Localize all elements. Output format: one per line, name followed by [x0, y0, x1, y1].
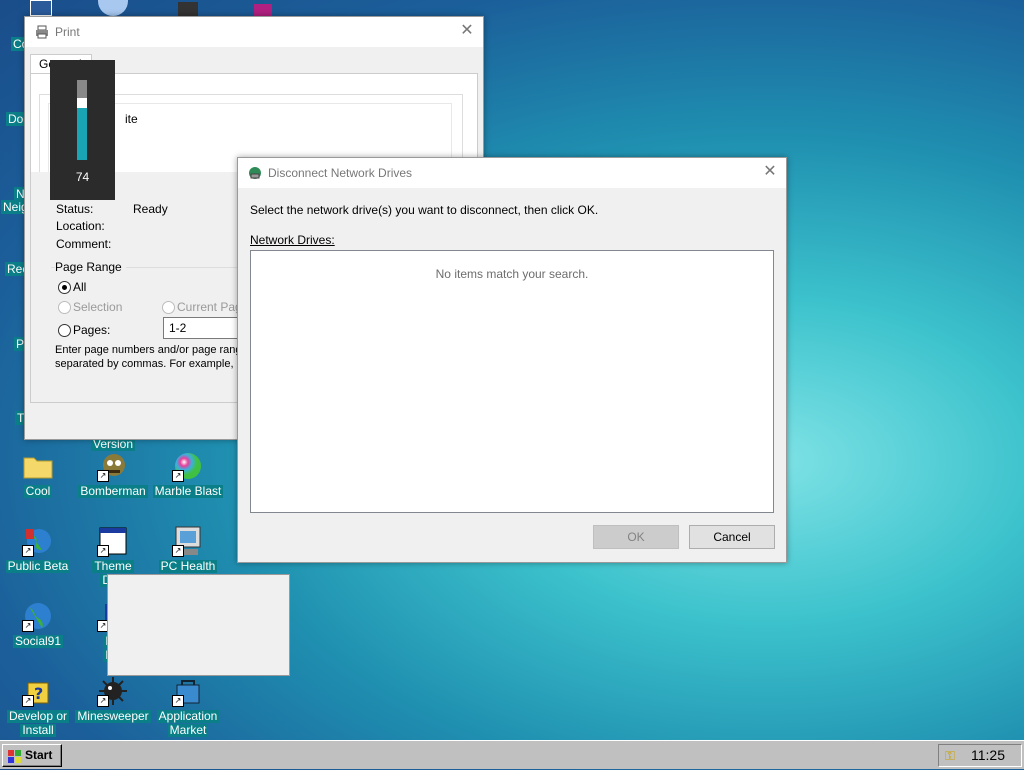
- icon-label-line2: Install: [20, 723, 56, 737]
- icon-label: PC Health: [158, 559, 218, 573]
- disconnect-title: Disconnect Network Drives: [268, 166, 413, 180]
- desktop-icon-partial-robot[interactable]: [178, 2, 198, 16]
- icon-label: Bomberman: [78, 484, 148, 498]
- empty-list-text: No items match your search.: [435, 267, 589, 281]
- page-range-legend: Page Range: [55, 260, 126, 274]
- instruction-text: Select the network drive(s) you want to …: [250, 203, 599, 217]
- printer-name[interactable]: ite: [125, 112, 138, 126]
- windows-logo-icon: [8, 749, 22, 770]
- shortcut-arrow-icon: ↗: [172, 695, 184, 707]
- desktop-icon-application-market[interactable]: ↗ Application Market: [150, 675, 226, 737]
- icon-label: Marble Blast: [152, 484, 224, 498]
- globe-icon: ↗: [22, 525, 54, 557]
- desktop-icon-public-beta[interactable]: ↗ Public Beta: [0, 525, 76, 573]
- desktop-icon-social91[interactable]: ↗ Social91: [0, 600, 76, 648]
- status-label: Status:: [56, 202, 94, 216]
- shortcut-arrow-icon: ↗: [22, 695, 34, 707]
- status-value: Ready: [133, 202, 168, 216]
- print-title: Print: [55, 25, 80, 39]
- volume-value: 74: [75, 170, 90, 184]
- desktop-icon-marble-blast[interactable]: ↗ Marble Blast: [150, 450, 226, 498]
- radio-pages[interactable]: [58, 324, 71, 337]
- bomberman-icon: ↗: [97, 450, 129, 482]
- radio-selection[interactable]: [58, 301, 71, 314]
- desktop-icon-partial-app[interactable]: [254, 4, 272, 16]
- volume-track: [77, 80, 87, 160]
- desktop-icon-develop[interactable]: ? ↗ Develop or Install: [0, 675, 76, 737]
- icon-label-line2: Market: [167, 723, 209, 737]
- page-range-hint-line2: separated by commas. For example, 1,: [55, 358, 246, 370]
- start-label: Start: [25, 748, 53, 762]
- icon-label: Application: [156, 709, 220, 723]
- desktop-icon-pc-health[interactable]: ↗ PC Health: [150, 525, 226, 573]
- radio-pages-label: Pages:: [73, 323, 111, 337]
- print-title-bar[interactable]: Print ✕: [25, 17, 483, 47]
- system-tray: ⚿ 11:25: [938, 744, 1022, 767]
- network-drives-list[interactable]: No items match your search.: [250, 250, 774, 513]
- desktop-icon-partial-globe[interactable]: [98, 0, 128, 16]
- comment-label: Comment:: [56, 237, 112, 251]
- svg-text:?: ?: [34, 684, 43, 703]
- network-drive-icon: [248, 166, 262, 183]
- icon-label: Social91: [12, 634, 64, 648]
- radio-all[interactable]: [58, 281, 71, 294]
- desktop-icon-cool[interactable]: Cool: [0, 450, 76, 498]
- key-icon[interactable]: ⚿: [945, 745, 955, 766]
- clock[interactable]: 11:25: [971, 745, 1005, 766]
- mine-icon: ↗: [97, 675, 129, 707]
- icon-label: Develop or: [6, 709, 70, 723]
- shortcut-arrow-icon: ↗: [172, 470, 184, 482]
- icon-label: Minesweeper: [75, 709, 151, 723]
- desktop-icon-partial-computer[interactable]: [30, 0, 52, 16]
- shortcut-arrow-icon: ↗: [97, 545, 109, 557]
- globe-icon: ↗: [22, 600, 54, 632]
- shortcut-arrow-icon: ↗: [97, 470, 109, 482]
- folder-icon: [22, 450, 54, 482]
- window-icon: ↗: [97, 525, 129, 557]
- radio-current-page[interactable]: [162, 301, 175, 314]
- volume-bar-empty: [77, 80, 87, 98]
- shortcut-arrow-icon: ↗: [22, 545, 34, 557]
- blank-panel: [107, 574, 290, 676]
- radio-selection-label: Selection: [73, 300, 123, 314]
- start-button[interactable]: Start: [2, 744, 62, 767]
- ok-button[interactable]: OK: [593, 525, 679, 549]
- desktop-icon-bomberman[interactable]: ↗ Bomberman: [75, 450, 151, 498]
- taskbar: Start ⚿ 11:25: [0, 740, 1024, 769]
- icon-label: Public Beta: [5, 559, 71, 573]
- cancel-button[interactable]: Cancel: [689, 525, 775, 549]
- desktop-icon-minesweeper[interactable]: ↗ Minesweeper: [75, 675, 151, 723]
- shortcut-arrow-icon: ↗: [22, 620, 34, 632]
- radio-all-label: All: [73, 280, 87, 294]
- network-drives-label: Network Drives:: [250, 233, 335, 247]
- volume-overlay: 74: [50, 60, 115, 200]
- market-icon: ↗: [172, 675, 204, 707]
- volume-bar-fill: [77, 108, 87, 160]
- printer-icon: [35, 25, 49, 42]
- location-label: Location:: [56, 219, 105, 233]
- marble-icon: ↗: [172, 450, 204, 482]
- shortcut-arrow-icon: ↗: [97, 695, 109, 707]
- disconnect-dialog[interactable]: Disconnect Network Drives ✕ Select the n…: [237, 157, 787, 563]
- icon-label: Theme: [92, 559, 134, 573]
- close-icon[interactable]: ✕: [760, 162, 780, 182]
- volume-bar-thumb: [77, 98, 87, 108]
- shortcut-arrow-icon: ↗: [172, 545, 184, 557]
- close-icon[interactable]: ✕: [457, 21, 477, 41]
- health-icon: ↗: [172, 525, 204, 557]
- page-range-hint-line1: Enter page numbers and/or page range: [55, 344, 248, 356]
- icon-label: Cool: [23, 484, 53, 498]
- help-icon: ? ↗: [22, 675, 54, 707]
- disconnect-title-bar[interactable]: Disconnect Network Drives ✕: [238, 158, 786, 188]
- pages-input-value: 1-2: [169, 321, 187, 335]
